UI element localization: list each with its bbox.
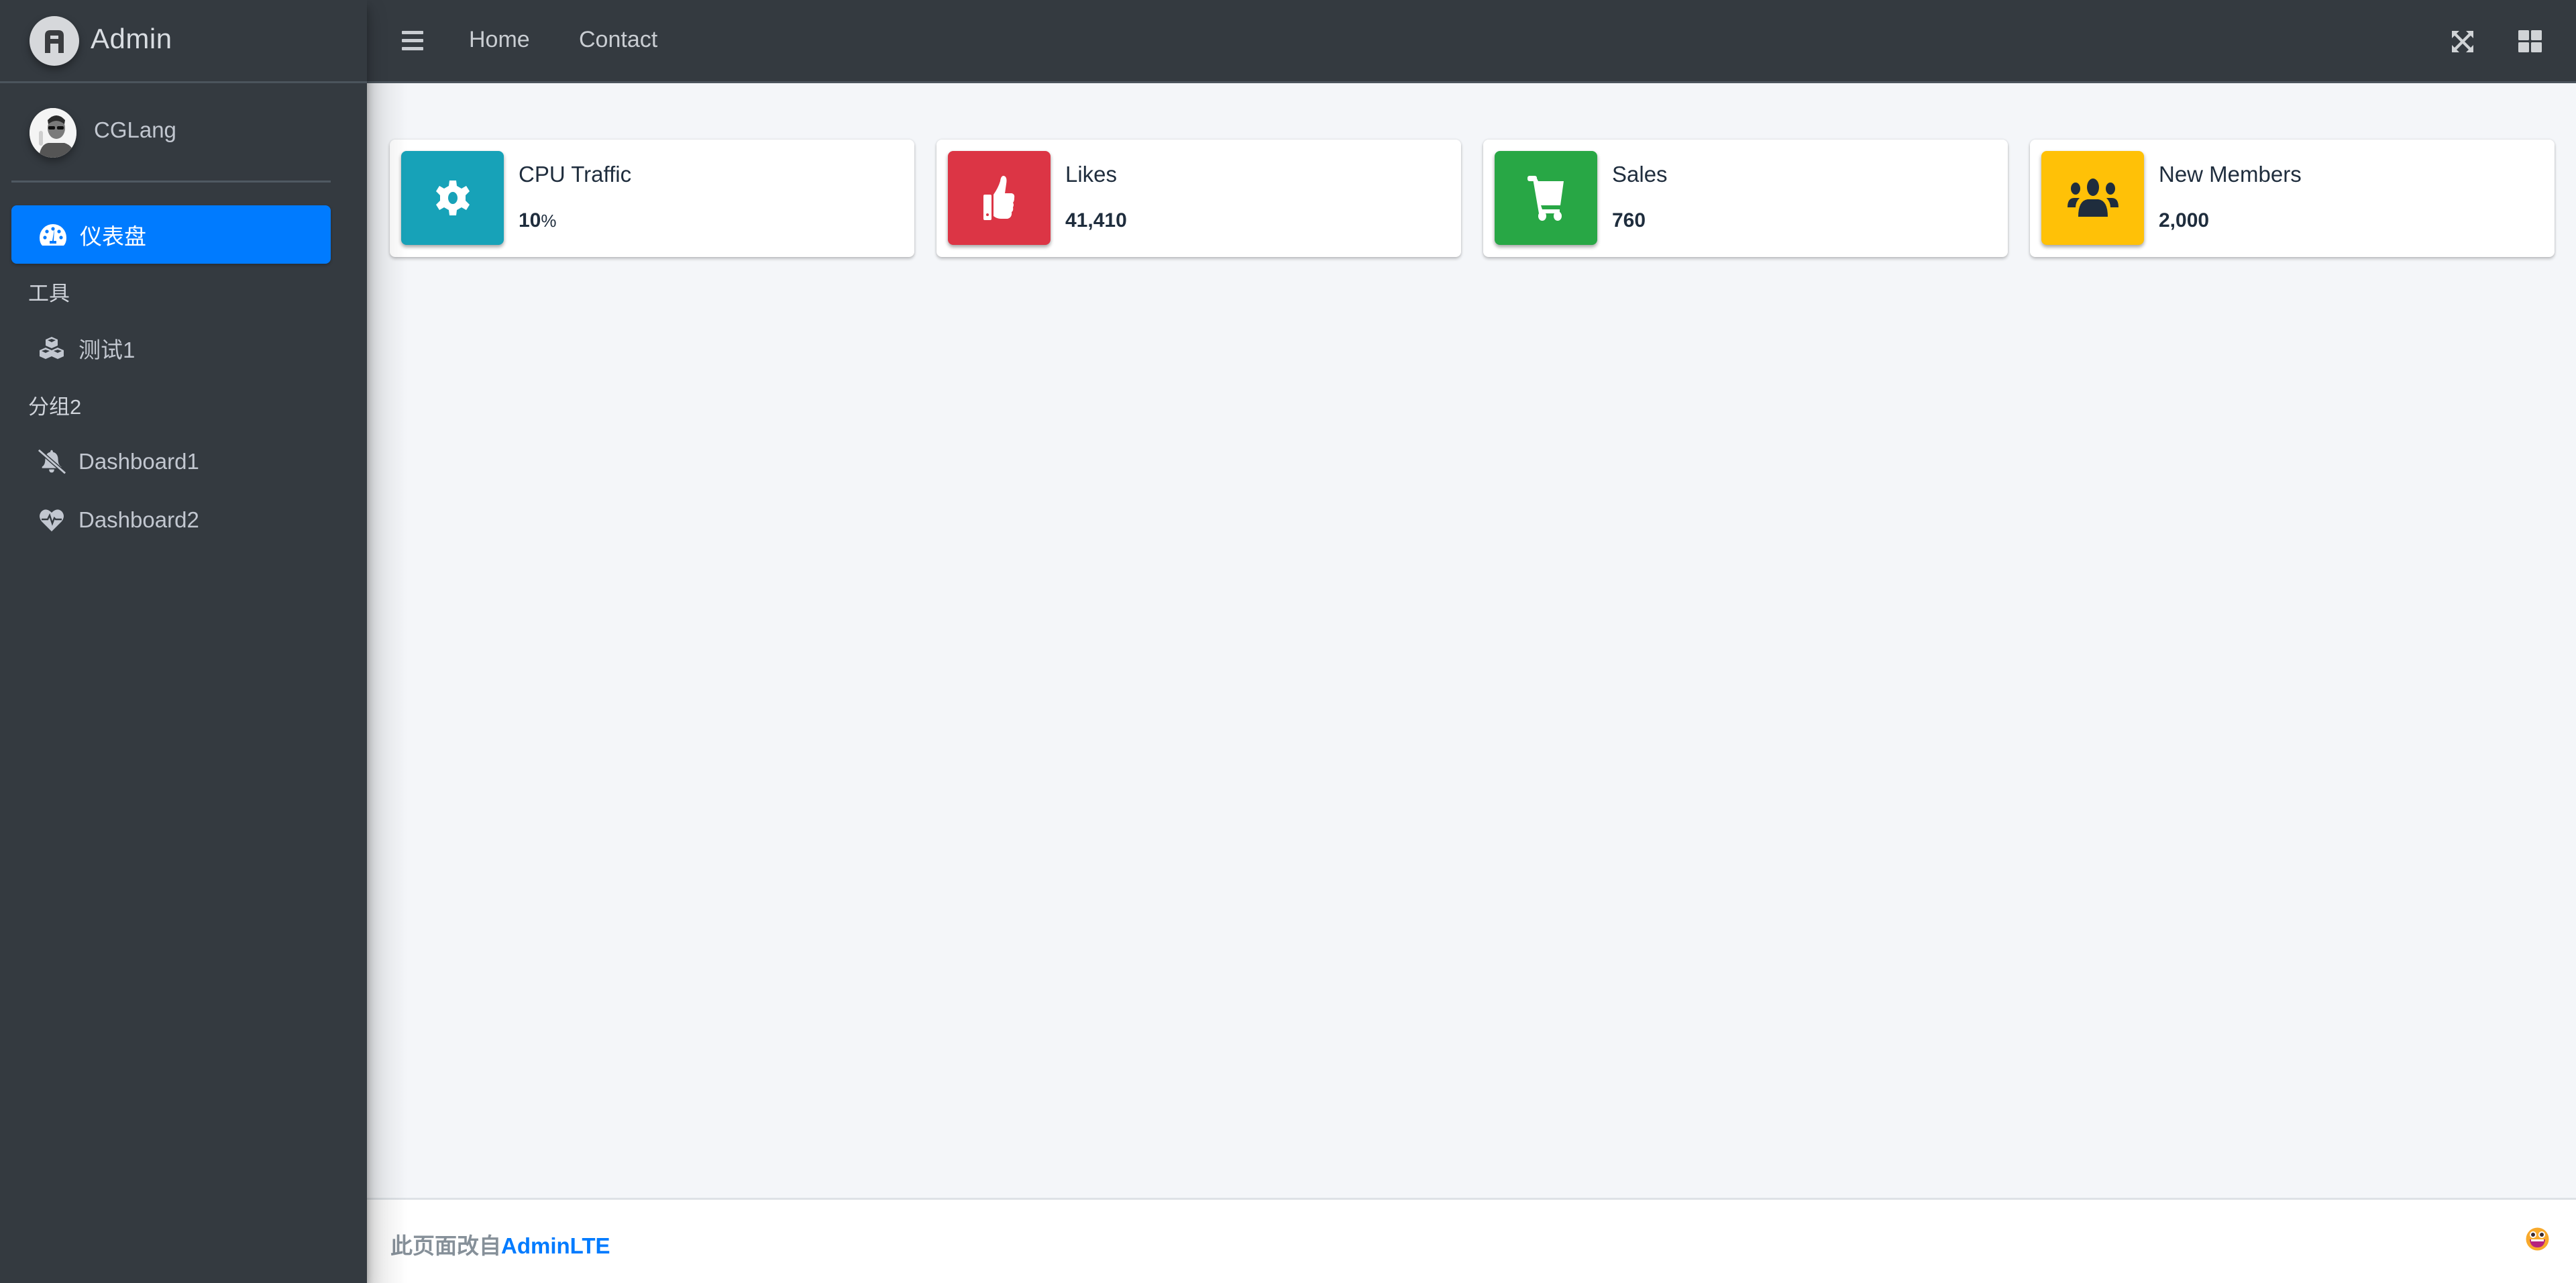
- footer-credit: 此页面改自: [390, 1233, 501, 1258]
- user-panel[interactable]: CGLang: [11, 83, 331, 183]
- nav-header-group2: 分组2: [28, 395, 82, 419]
- sidebar-item-label: 测试1: [78, 337, 136, 362]
- info-box-label: New Members: [2159, 162, 2302, 187]
- cubes-icon: [37, 333, 66, 363]
- footer-text: 此页面改自AdminLTE: [390, 1228, 610, 1260]
- info-box-number: 41,410: [1065, 209, 1127, 232]
- bell-slash-icon: [37, 447, 66, 476]
- info-box-number: 10: [519, 209, 541, 232]
- grinning-face-icon: [2526, 1227, 2549, 1251]
- adminlte-link[interactable]: AdminLTE: [501, 1233, 610, 1258]
- heartbeat-icon: [37, 505, 66, 535]
- info-box-row: CPU Traffic 10% Likes 41,410 Sales 760 N…: [390, 140, 2555, 257]
- nav-link-contact[interactable]: Contact: [579, 27, 657, 53]
- main-footer: 此页面改自AdminLTE: [367, 1198, 2576, 1283]
- nav-link-home[interactable]: Home: [469, 27, 530, 53]
- info-box-label: Sales: [1612, 162, 1668, 187]
- info-box-number: 760: [1612, 209, 1646, 232]
- sidebar-item-dashboard2[interactable]: Dashboard2: [11, 491, 331, 549]
- nav-header-tools: 工具: [28, 281, 70, 305]
- users-icon: [2041, 151, 2144, 245]
- user-name[interactable]: CGLang: [94, 117, 176, 143]
- brand-title: Admin: [91, 23, 172, 54]
- main-sidebar: Admin CGLang 仪表盘 工具 测试1 分组2 Dashboard1 D…: [0, 0, 367, 1283]
- info-box-cpu-traffic: CPU Traffic 10%: [390, 140, 914, 257]
- user-avatar[interactable]: [30, 108, 76, 158]
- info-box-value: 2,000: [2159, 209, 2209, 232]
- info-box-new-members: New Members 2,000: [2030, 140, 2555, 257]
- top-navbar: Home Contact: [367, 0, 2576, 83]
- expand-arrows-icon[interactable]: [2451, 30, 2474, 53]
- sidebar-item-label: Dashboard2: [78, 507, 199, 532]
- info-box-value: 10%: [519, 209, 557, 232]
- bars-icon[interactable]: [402, 31, 423, 51]
- info-box-value: 760: [1612, 209, 1646, 232]
- sidebar-item-label: Dashboard1: [78, 448, 199, 474]
- info-box-unit: %: [541, 211, 557, 231]
- info-box-label: CPU Traffic: [519, 162, 632, 187]
- th-large-icon[interactable]: [2518, 30, 2542, 53]
- info-box-value: 41,410: [1065, 209, 1127, 232]
- sidebar-item-label: 仪表盘: [80, 223, 146, 249]
- sidebar-nav: 仪表盘 工具 测试1 分组2 Dashboard1 Dashboard2: [11, 205, 331, 549]
- content-wrapper: CPU Traffic 10% Likes 41,410 Sales 760 N…: [367, 83, 2576, 1198]
- info-box-sales: Sales 760: [1483, 140, 2008, 257]
- info-box-likes: Likes 41,410: [936, 140, 1461, 257]
- tachometer-icon: [38, 220, 68, 250]
- thumbs-up-icon: [948, 151, 1051, 245]
- shopping-cart-icon: [1495, 151, 1597, 245]
- admin-logo-icon: [30, 16, 79, 66]
- info-box-number: 2,000: [2159, 209, 2210, 232]
- sidebar-item-dashboard[interactable]: 仪表盘: [11, 205, 331, 264]
- info-box-label: Likes: [1065, 162, 1118, 187]
- cog-icon: [401, 151, 504, 245]
- sidebar-item-dashboard1[interactable]: Dashboard1: [11, 432, 331, 491]
- brand-link[interactable]: Admin: [0, 0, 367, 83]
- sidebar-item-test1[interactable]: 测试1: [11, 319, 331, 377]
